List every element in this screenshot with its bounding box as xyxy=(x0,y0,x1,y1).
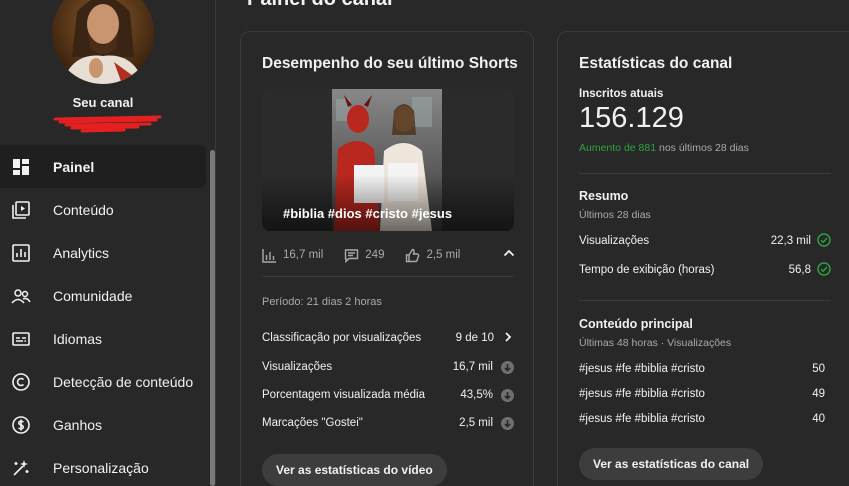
sidebar-item-idiomas[interactable]: Idiomas xyxy=(0,317,206,360)
stat-row-views: Visualizações 16,7 mil xyxy=(262,357,514,377)
stat-row-avg-viewed: Porcentagem visualizada média 43,5% xyxy=(262,385,514,405)
sidebar-item-analytics[interactable]: Analytics xyxy=(0,231,206,274)
sidebar-item-label: Detecção de conteúdo xyxy=(53,373,194,390)
copyright-icon xyxy=(11,372,31,392)
sidebar: Seu canal Painel Conteúdo Analytics Comu… xyxy=(0,0,216,486)
dollar-icon xyxy=(11,415,31,435)
top-content-row[interactable]: #jesus #fe #biblia #cristo 50 xyxy=(579,359,831,379)
card-title: Estatísticas do canal xyxy=(579,55,733,72)
page-title: Painel do canal xyxy=(247,0,393,11)
subscribers-label: Inscritos atuais xyxy=(579,88,664,100)
likes-metric: 2,5 mil xyxy=(405,248,460,263)
subtitles-icon xyxy=(11,329,31,349)
sidebar-item-deteccao[interactable]: Detecção de conteúdo xyxy=(0,360,206,403)
thumbnail-caption: #biblia #dios #cristo #jesus xyxy=(283,206,453,221)
arrow-down-icon xyxy=(501,360,514,374)
sidebar-item-conteudo[interactable]: Conteúdo xyxy=(0,188,206,231)
view-channel-stats-button[interactable]: Ver as estatísticas do canal xyxy=(579,448,764,480)
subscriber-count: 156.129 xyxy=(579,102,684,134)
subscriber-growth: Aumento de 881 nos últimos 28 dias xyxy=(579,142,749,154)
views-metric: 16,7 mil xyxy=(262,248,323,263)
thumbs-up-icon xyxy=(406,248,420,262)
sidebar-item-label: Conteúdo xyxy=(53,201,114,218)
summary-row-watch-time: Tempo de exibição (horas) 56,8 xyxy=(579,260,831,280)
analytics-icon xyxy=(11,243,31,263)
view-video-stats-button[interactable]: Ver as estatísticas do vídeo xyxy=(262,454,447,486)
period-label: Período: 21 dias 2 horas xyxy=(262,296,382,308)
shorts-performance-card: Desempenho do seu último Shorts #biblia … xyxy=(240,31,534,486)
stat-row-ranking[interactable]: Classificação por visualizações 9 de 10 xyxy=(262,328,514,348)
top-content-subtitle: Últimas 48 horas · Visualizações xyxy=(579,337,732,349)
sidebar-nav: Painel Conteúdo Analytics Comunidade Idi… xyxy=(0,145,206,486)
summary-row-views: Visualizações 22,3 mil xyxy=(579,231,831,251)
red-scribble xyxy=(53,115,162,133)
channel-stats-card: Estatísticas do canal Inscritos atuais 1… xyxy=(557,31,849,486)
arrow-down-icon xyxy=(501,388,514,402)
sidebar-item-personalizacao[interactable]: Personalização xyxy=(0,446,206,486)
summary-subtitle: Últimos 28 dias xyxy=(579,209,651,221)
card-title: Desempenho do seu último Shorts xyxy=(262,55,518,72)
sidebar-item-label: Ganhos xyxy=(53,416,103,433)
top-content-title: Conteúdo principal xyxy=(579,317,693,331)
divider xyxy=(579,300,831,301)
stat-row-likes: Marcações "Gostei" 2,5 mil xyxy=(262,413,514,433)
sidebar-item-label: Personalização xyxy=(53,459,149,476)
sidebar-item-label: Analytics xyxy=(53,244,110,261)
sidebar-item-label: Idiomas xyxy=(53,330,103,347)
sidebar-item-label: Comunidade xyxy=(53,287,133,304)
divider xyxy=(262,276,514,277)
channel-label[interactable]: Seu canal xyxy=(0,95,206,110)
check-circle-icon xyxy=(817,261,831,279)
comments-metric: 249 xyxy=(344,248,384,263)
comment-icon xyxy=(345,248,359,263)
sidebar-item-ganhos[interactable]: Ganhos xyxy=(0,403,206,446)
content-icon xyxy=(11,200,31,220)
sidebar-item-label: Painel xyxy=(53,158,95,175)
sidebar-item-comunidade[interactable]: Comunidade xyxy=(0,274,206,317)
dashboard-icon xyxy=(11,157,31,177)
sidebar-scrollbar[interactable] xyxy=(210,150,215,486)
sidebar-item-painel[interactable]: Painel xyxy=(0,145,206,188)
chevron-up-icon[interactable] xyxy=(502,246,516,263)
divider xyxy=(579,173,831,174)
top-content-row[interactable]: #jesus #fe #biblia #cristo 40 xyxy=(579,409,831,429)
magic-wand-icon xyxy=(11,458,31,478)
arrow-down-icon xyxy=(501,416,514,430)
check-circle-icon xyxy=(817,232,831,250)
bar-chart-icon xyxy=(262,248,276,263)
shorts-thumbnail[interactable]: #biblia #dios #cristo #jesus xyxy=(262,89,514,231)
shorts-metrics: 16,7 mil 249 2,5 mil xyxy=(262,242,516,268)
channel-avatar[interactable] xyxy=(52,0,154,84)
top-content-row[interactable]: #jesus #fe #biblia #cristo 49 xyxy=(579,384,831,404)
community-icon xyxy=(11,286,31,306)
summary-title: Resumo xyxy=(579,189,629,203)
chevron-right-icon[interactable] xyxy=(502,331,514,346)
